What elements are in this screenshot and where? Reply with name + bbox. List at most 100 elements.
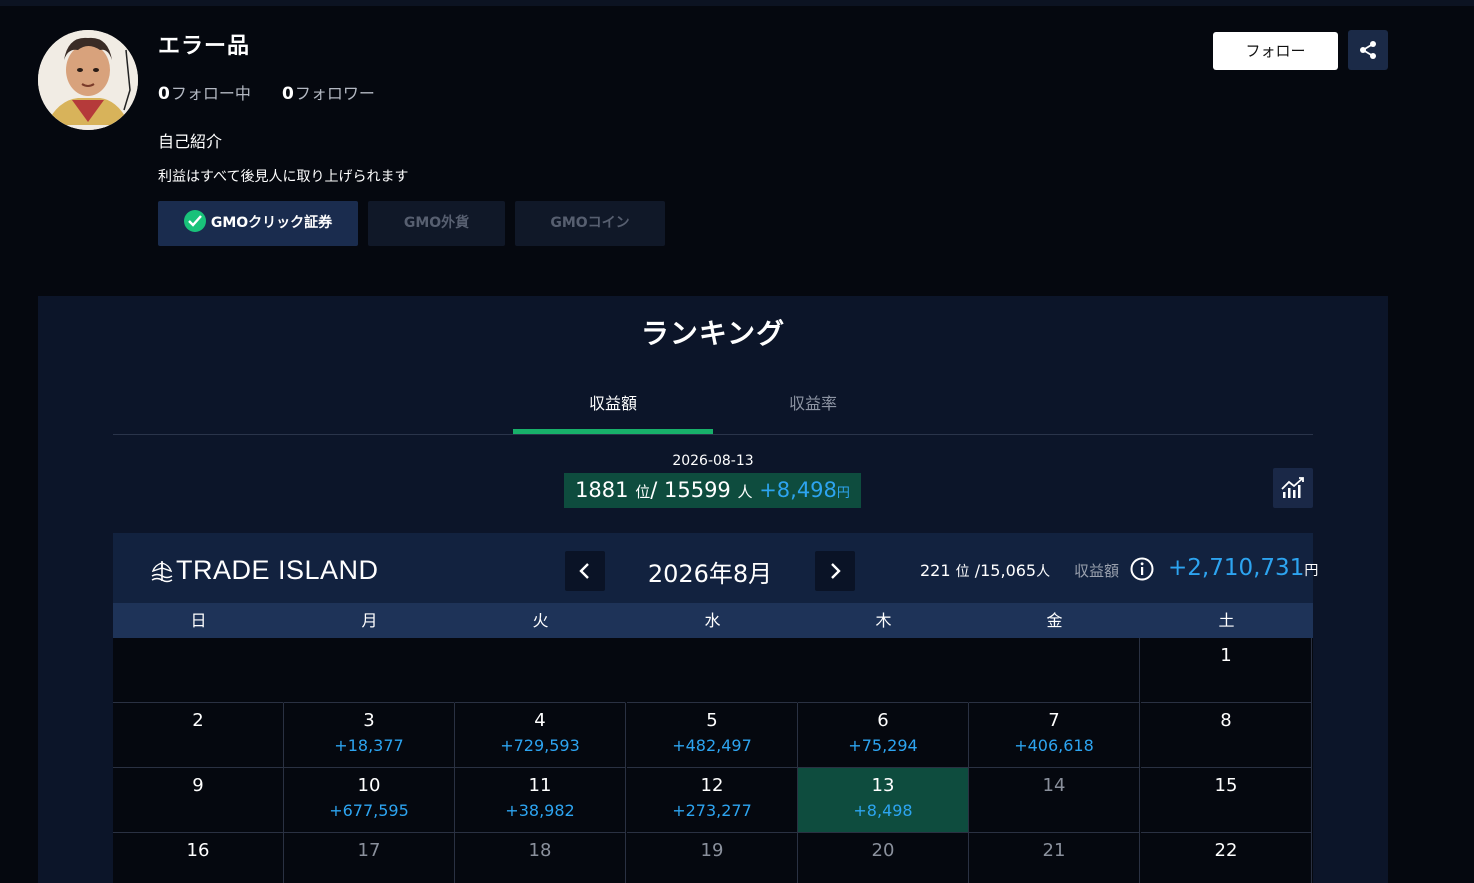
island-logo-icon	[151, 561, 173, 583]
day-number: 6	[877, 710, 889, 731]
broker-chip-label: GMO外貨	[403, 215, 470, 231]
calendar-day-cell[interactable]: 15	[1141, 768, 1312, 833]
day-number: 15	[1214, 775, 1238, 796]
calendar-day-cell[interactable]: 2	[113, 703, 284, 768]
day-number: 20	[871, 840, 895, 861]
info-icon[interactable]	[1130, 557, 1154, 581]
calendar-day-cell[interactable]: 14	[969, 768, 1140, 833]
calendar-day-cell[interactable]: 8	[1141, 703, 1312, 768]
daily-profit-unit: 円	[836, 486, 850, 501]
day-profit: +38,982	[505, 801, 575, 820]
calendar-day-cell[interactable]: 17	[284, 833, 455, 883]
following-count: 0	[158, 84, 170, 104]
calendar-day-cell[interactable]: 16	[113, 833, 284, 883]
tab-profit-rate[interactable]: 収益率	[713, 390, 913, 414]
monthly-rank-unit: 位	[955, 564, 970, 580]
share-icon	[1360, 41, 1376, 59]
daily-separator: /	[650, 478, 658, 502]
calendar-empty-cell	[455, 638, 626, 703]
chart-button[interactable]	[1273, 468, 1313, 508]
calendar-day-cell[interactable]: 18	[455, 833, 626, 883]
chevron-left-icon	[579, 563, 589, 579]
tab-divider	[113, 434, 1313, 435]
calendar-grid: 1 2 3 +18,377 4 +729,593 5 +482,497 6 +75,294 7 +40…	[113, 638, 1313, 883]
weekday-sun: 日	[190, 611, 207, 630]
profile-name: エラー品	[158, 34, 251, 59]
broker-chip-label: GMOクリック証券	[210, 215, 333, 231]
calendar-day-cell[interactable]: 20	[798, 833, 969, 883]
monthly-total-unit: 人	[1036, 564, 1051, 580]
weekday-sat: 土	[1218, 611, 1235, 630]
day-number: 5	[706, 710, 718, 731]
day-profit: +482,497	[672, 736, 752, 755]
day-number: 21	[1042, 840, 1066, 861]
monthly-total: /15,065	[974, 561, 1037, 580]
day-profit: +729,593	[500, 736, 580, 755]
bar-chart-icon	[1281, 477, 1304, 498]
monthly-profit: +2,710,731円	[1168, 555, 1318, 581]
calendar-month: 2026年8月	[647, 560, 773, 588]
calendar-day-cell[interactable]: 21	[969, 833, 1140, 883]
calendar-day-cell[interactable]: 19	[627, 833, 798, 883]
monthly-rank: 221 位 /15,065人	[920, 561, 1050, 581]
broker-chip-gmo-coin[interactable]: GMOコイン	[515, 201, 665, 246]
calendar-day-cell[interactable]: 9	[113, 768, 284, 833]
day-number: 8	[1220, 710, 1232, 731]
calendar-day-cell[interactable]: 6 +75,294	[798, 703, 969, 768]
following-stat[interactable]: 0フォロー中	[158, 80, 251, 104]
brand-name: TRADE ISLAND	[176, 555, 379, 585]
daily-profit: +8,498	[759, 478, 837, 502]
share-button[interactable]	[1348, 30, 1388, 70]
day-number: 12	[700, 775, 724, 796]
day-profit: +273,277	[672, 801, 752, 820]
calendar-day-cell[interactable]: 3 +18,377	[284, 703, 455, 768]
ranking-title: ランキング	[640, 317, 786, 350]
calendar-day-cell[interactable]: 5 +482,497	[627, 703, 798, 768]
day-number: 2	[192, 710, 204, 731]
monthly-profit-value: +2,710,731	[1168, 555, 1305, 581]
calendar-day-cell[interactable]: 13 +8,498	[798, 768, 969, 833]
daily-total-unit: 人	[737, 483, 753, 501]
day-number: 1	[1220, 645, 1232, 666]
broker-chip-gmo-fx[interactable]: GMO外貨	[368, 201, 505, 246]
calendar-day-cell[interactable]: 10 +677,595	[284, 768, 455, 833]
daily-rank: 1881	[575, 478, 629, 502]
day-number: 14	[1042, 775, 1066, 796]
day-number: 9	[192, 775, 204, 796]
weekday-tue: 火	[532, 611, 549, 630]
day-number: 4	[534, 710, 546, 731]
follow-button[interactable]: フォロー	[1213, 32, 1338, 70]
daily-rank-unit: 位	[635, 483, 651, 501]
calendar-empty-cell	[284, 638, 455, 703]
following-label: フォロー中	[170, 84, 251, 103]
day-number: 11	[528, 775, 552, 796]
avatar[interactable]	[38, 30, 138, 130]
next-month-button[interactable]	[815, 551, 855, 591]
monthly-rank-value: 221	[920, 561, 951, 580]
day-number: 7	[1048, 710, 1060, 731]
broker-chip-label: GMOコイン	[550, 215, 630, 231]
calendar-day-cell[interactable]: 1	[1141, 638, 1312, 703]
prev-month-button[interactable]	[565, 551, 605, 591]
calendar-day-cell[interactable]: 12 +273,277	[627, 768, 798, 833]
day-number: 10	[357, 775, 381, 796]
top-border	[0, 0, 1474, 6]
broker-chip-gmo-click[interactable]: GMOクリック証券	[158, 201, 358, 246]
weekday-header: 日 月 火 水 木 金 土	[113, 603, 1313, 638]
followers-stat[interactable]: 0フォロワー	[282, 80, 375, 104]
calendar-day-cell[interactable]: 22	[1141, 833, 1312, 883]
day-number: 17	[357, 840, 381, 861]
day-number: 22	[1214, 840, 1238, 861]
calendar-empty-cell	[627, 638, 798, 703]
calendar-day-cell[interactable]: 4 +729,593	[455, 703, 626, 768]
intro-heading: 自己紹介	[158, 132, 223, 151]
chevron-right-icon	[831, 563, 841, 579]
day-profit: +406,618	[1014, 736, 1094, 755]
calendar-day-cell[interactable]: 11 +38,982	[455, 768, 626, 833]
followers-label: フォロワー	[294, 84, 375, 103]
tab-profit-amount[interactable]: 収益額	[513, 390, 713, 414]
day-number: 13	[871, 775, 895, 796]
daily-rank-box: 1881 位/ 15599 人 +8,498円	[564, 473, 861, 508]
day-number: 19	[700, 840, 724, 861]
calendar-day-cell[interactable]: 7 +406,618	[969, 703, 1140, 768]
